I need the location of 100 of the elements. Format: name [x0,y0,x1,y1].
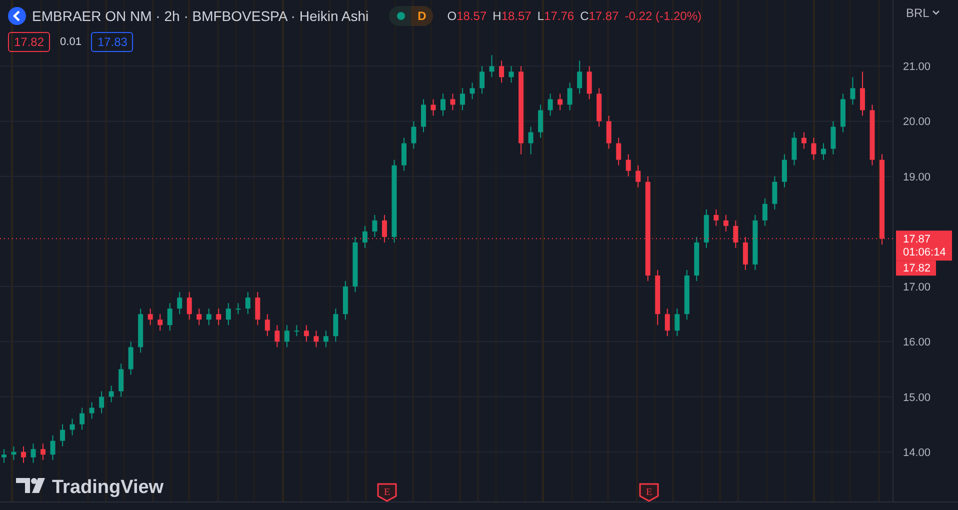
price-change: -0.22 (-1.20%) [624,9,702,23]
candlestick [772,176,778,210]
candlestick [401,137,406,172]
candlestick [226,302,231,326]
candlestick [548,93,553,116]
candlestick [636,164,641,188]
bid-tag: 17.82 [896,260,936,276]
candlestick [89,402,94,420]
axis-label: 17.00 [903,282,931,294]
tradingview-logo-icon [16,478,45,493]
candlestick [264,314,270,337]
candlestick [616,137,622,166]
axis-label: 19.00 [903,171,931,184]
candlestick [499,60,504,84]
candlestick [430,98,436,116]
price-tag: 17.87 01:06:14 [896,230,952,261]
candlestick [733,220,738,248]
candlestick [480,66,485,94]
currency-button[interactable]: BRL [904,4,942,22]
back-icon[interactable] [8,7,26,25]
candlestick [304,324,309,342]
candlestick [489,54,494,78]
candlestick [342,280,348,320]
candlestick [664,308,670,337]
candlestick [382,214,387,243]
candlestick [811,137,816,160]
ohlc-value: C17.87 [580,9,619,23]
candlestick [167,302,172,332]
candlestick [255,292,260,326]
candlestick [792,132,797,166]
symbol-title: EMBRAER ON NM · 2h · BMFBOVESPA · Heikin Ashi [32,8,369,24]
candlestick [411,120,416,150]
candlestick [352,236,358,293]
candlestick [450,93,456,111]
ohlc-value: L17.76 [537,9,574,23]
candlestick [655,270,660,326]
candlestick [11,446,16,461]
candlestick [362,225,368,248]
candlestick [704,208,709,248]
candlestick [782,154,787,188]
candlestick [538,104,544,138]
axis-label: 20.00 [903,116,931,128]
candlestick [206,308,212,326]
market-status[interactable]: D [388,6,434,26]
candlestick [714,208,719,226]
candlestick [586,66,592,100]
candlestick [60,424,66,447]
candlestick [870,104,875,166]
candlestick [470,82,475,100]
candlestick [128,341,134,376]
candlestick [30,443,36,464]
candlestick [118,363,124,398]
candlestick [196,308,202,326]
candlestick [186,292,192,320]
candlestick [567,82,572,111]
candlestick [742,236,748,270]
candlestick [421,98,426,133]
candlestick [684,270,690,320]
candlestick [723,214,728,232]
candlestick [460,88,465,111]
candlestick [40,443,46,461]
candlestick [99,390,104,414]
candlestick [70,418,75,436]
brand-name: TradingView [52,477,164,498]
candlestick [284,324,290,348]
ohlc-value: H18.57 [492,9,532,23]
candlestick [274,324,280,348]
candlestick [216,308,222,326]
candlestick [236,302,241,315]
candlestick [528,126,534,155]
candlestick [820,142,826,160]
candlestick [148,308,153,326]
buy-price[interactable]: 17.83 [91,32,134,52]
chevron-down-icon [932,10,940,16]
candlestick [850,76,856,106]
axis-label: 16.00 [903,336,931,349]
candlestick [21,446,26,464]
earnings-marker[interactable]: E [377,483,397,502]
candlestick [80,407,85,430]
candlestick [158,314,163,332]
sell-price[interactable]: 17.82 [8,32,50,52]
candlestick [245,292,250,315]
candlestick [830,120,836,155]
candlestick [606,115,612,150]
candlestick [508,66,514,84]
candlestick [860,71,865,116]
candlestick [294,324,300,337]
candlestick [762,198,768,226]
ohlc-value: O18.57 [447,9,487,23]
candlestick [333,308,338,342]
candlestick [138,308,144,354]
candlestick [626,154,631,177]
candlestick [372,214,378,238]
axis-label: 15.00 [903,392,931,404]
axis-label: 14.00 [903,446,931,459]
candlestick [108,385,114,403]
candlestick [596,88,602,128]
candlestick [323,330,328,348]
earnings-marker[interactable]: E [639,483,659,502]
axis-label: 21.00 [903,61,931,74]
